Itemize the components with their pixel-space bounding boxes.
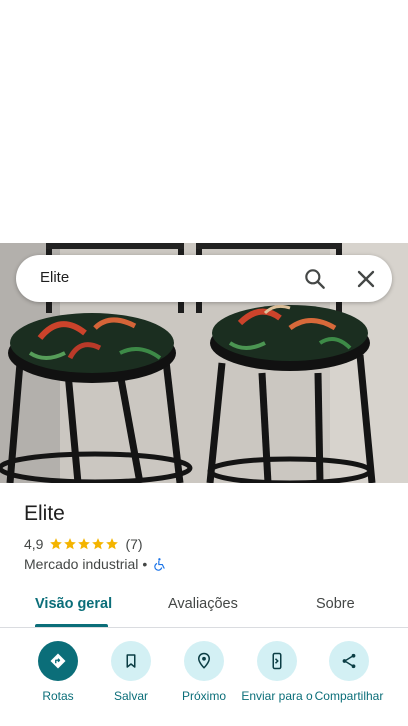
map-area[interactable] — [0, 0, 408, 243]
nearby-label: Próximo — [181, 689, 226, 703]
star-icon — [64, 538, 77, 550]
star-rating — [49, 537, 119, 551]
category-label: Mercado industrial — [24, 556, 139, 572]
search-bar[interactable]: Elite — [16, 255, 392, 302]
save-button[interactable]: Salvar — [91, 641, 171, 704]
nearby-button[interactable]: Próximo — [164, 641, 244, 704]
share-button[interactable]: Compartilhar — [309, 641, 389, 704]
share-label: Compartilhar — [314, 689, 384, 703]
divider — [0, 627, 408, 628]
close-icon[interactable] — [352, 265, 380, 293]
bookmark-icon — [111, 641, 151, 681]
tab-overview[interactable]: Visão geral — [35, 596, 112, 612]
send-to-phone-button[interactable]: Enviar para o — [237, 641, 317, 704]
star-icon — [78, 538, 91, 550]
place-title: Elite — [24, 502, 65, 525]
directions-icon — [38, 641, 78, 681]
separator: • — [142, 556, 148, 572]
wheelchair-icon — [154, 558, 165, 571]
rating-row[interactable]: 4,9 (7) — [24, 536, 143, 552]
send-to-phone-label: Enviar para o — [241, 689, 313, 703]
place-tabs: Visão geral Avaliações Sobre — [0, 590, 408, 628]
tab-reviews[interactable]: Avaliações — [168, 596, 238, 612]
review-count: (7) — [125, 536, 143, 552]
save-label: Salvar — [113, 689, 148, 703]
action-bar: Rotas Salvar Próximo Enviar para o Compa… — [0, 641, 408, 726]
search-icon[interactable] — [302, 266, 328, 292]
nearby-icon — [184, 641, 224, 681]
share-icon — [329, 641, 369, 681]
category-row: Mercado industrial • — [24, 556, 167, 572]
star-icon — [106, 538, 119, 550]
rating-value: 4,9 — [24, 536, 44, 552]
directions-label: Rotas — [42, 689, 74, 703]
search-input[interactable]: Elite — [40, 269, 69, 286]
directions-button[interactable]: Rotas — [18, 641, 98, 704]
star-icon — [50, 538, 63, 550]
tab-about[interactable]: Sobre — [316, 596, 355, 612]
send-to-phone-icon — [257, 641, 297, 681]
star-icon — [92, 538, 105, 550]
